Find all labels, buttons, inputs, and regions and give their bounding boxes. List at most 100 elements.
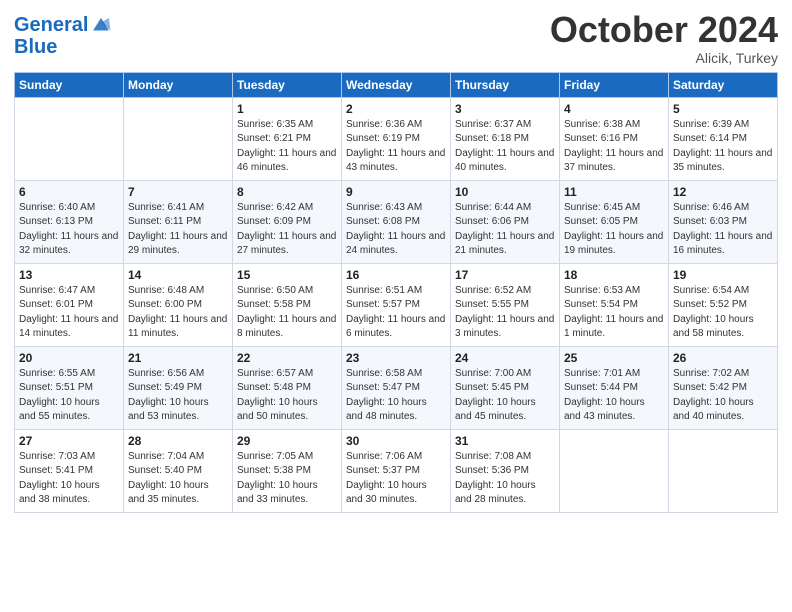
logo: General Blue xyxy=(14,14,112,58)
calendar-cell: 29 Sunrise: 7:05 AMSunset: 5:38 PMDayligh… xyxy=(233,429,342,512)
col-sunday: Sunday xyxy=(15,72,124,97)
day-info: Sunrise: 6:42 AMSunset: 6:09 PMDaylight:… xyxy=(237,202,336,257)
day-number: 12 xyxy=(673,185,773,199)
day-info: Sunrise: 7:04 AMSunset: 5:40 PMDaylight:… xyxy=(128,451,209,506)
day-number: 1 xyxy=(237,102,337,116)
day-number: 6 xyxy=(19,185,119,199)
day-info: Sunrise: 6:36 AMSunset: 6:19 PMDaylight:… xyxy=(346,119,445,174)
day-info: Sunrise: 6:38 AMSunset: 6:16 PMDaylight:… xyxy=(564,119,663,174)
day-number: 24 xyxy=(455,351,555,365)
day-info: Sunrise: 6:57 AMSunset: 5:48 PMDaylight:… xyxy=(237,368,318,423)
day-number: 2 xyxy=(346,102,446,116)
day-info: Sunrise: 7:03 AMSunset: 5:41 PMDaylight:… xyxy=(19,451,100,506)
calendar-table: Sunday Monday Tuesday Wednesday Thursday… xyxy=(14,72,778,513)
day-number: 25 xyxy=(564,351,664,365)
calendar-cell: 28 Sunrise: 7:04 AMSunset: 5:40 PMDayligh… xyxy=(124,429,233,512)
calendar-cell: 4 Sunrise: 6:38 AMSunset: 6:16 PMDaylight… xyxy=(560,97,669,180)
day-info: Sunrise: 7:05 AMSunset: 5:38 PMDaylight:… xyxy=(237,451,318,506)
day-info: Sunrise: 6:52 AMSunset: 5:55 PMDaylight:… xyxy=(455,285,554,340)
calendar-week-3: 13 Sunrise: 6:47 AMSunset: 6:01 PMDayligh… xyxy=(15,263,778,346)
calendar-cell: 14 Sunrise: 6:48 AMSunset: 6:00 PMDayligh… xyxy=(124,263,233,346)
day-info: Sunrise: 6:54 AMSunset: 5:52 PMDaylight:… xyxy=(673,285,754,340)
calendar-cell: 15Sunrise: 6:50 AMSunset: 5:58 PMDayligh… xyxy=(233,263,342,346)
day-info: Sunrise: 6:43 AMSunset: 6:08 PMDaylight:… xyxy=(346,202,445,257)
calendar-cell: 25Sunrise: 7:01 AMSunset: 5:44 PMDayligh… xyxy=(560,346,669,429)
calendar-cell: 7 Sunrise: 6:41 AMSunset: 6:11 PMDaylight… xyxy=(124,180,233,263)
day-info: Sunrise: 6:50 AMSunset: 5:58 PMDaylight:… xyxy=(237,285,336,340)
col-friday: Friday xyxy=(560,72,669,97)
day-number: 21 xyxy=(128,351,228,365)
day-number: 26 xyxy=(673,351,773,365)
day-number: 27 xyxy=(19,434,119,448)
calendar-cell xyxy=(124,97,233,180)
calendar-cell: 11 Sunrise: 6:45 AMSunset: 6:05 PMDayligh… xyxy=(560,180,669,263)
col-wednesday: Wednesday xyxy=(342,72,451,97)
logo-blue: Blue xyxy=(14,36,112,58)
day-number: 23 xyxy=(346,351,446,365)
location-subtitle: Alicik, Turkey xyxy=(550,50,778,66)
calendar-cell: 12 Sunrise: 6:46 AMSunset: 6:03 PMDayligh… xyxy=(669,180,778,263)
day-number: 11 xyxy=(564,185,664,199)
calendar-cell: 26 Sunrise: 7:02 AMSunset: 5:42 PMDayligh… xyxy=(669,346,778,429)
day-number: 14 xyxy=(128,268,228,282)
day-number: 13 xyxy=(19,268,119,282)
day-number: 8 xyxy=(237,185,337,199)
header-row: Sunday Monday Tuesday Wednesday Thursday… xyxy=(15,72,778,97)
calendar-cell: 30Sunrise: 7:06 AMSunset: 5:37 PMDayligh… xyxy=(342,429,451,512)
day-number: 31 xyxy=(455,434,555,448)
day-number: 18 xyxy=(564,268,664,282)
day-info: Sunrise: 6:48 AMSunset: 6:00 PMDaylight:… xyxy=(128,285,227,340)
calendar-week-4: 20Sunrise: 6:55 AMSunset: 5:51 PMDayligh… xyxy=(15,346,778,429)
day-info: Sunrise: 6:46 AMSunset: 6:03 PMDaylight:… xyxy=(673,202,772,257)
day-number: 28 xyxy=(128,434,228,448)
day-info: Sunrise: 7:08 AMSunset: 5:36 PMDaylight:… xyxy=(455,451,536,506)
col-monday: Monday xyxy=(124,72,233,97)
calendar-cell: 10Sunrise: 6:44 AMSunset: 6:06 PMDayligh… xyxy=(451,180,560,263)
calendar-cell: 13 Sunrise: 6:47 AMSunset: 6:01 PMDayligh… xyxy=(15,263,124,346)
calendar-cell: 16Sunrise: 6:51 AMSunset: 5:57 PMDayligh… xyxy=(342,263,451,346)
calendar-cell: 24Sunrise: 7:00 AMSunset: 5:45 PMDayligh… xyxy=(451,346,560,429)
day-number: 3 xyxy=(455,102,555,116)
calendar-week-2: 6 Sunrise: 6:40 AMSunset: 6:13 PMDaylight… xyxy=(15,180,778,263)
day-info: Sunrise: 6:45 AMSunset: 6:05 PMDaylight:… xyxy=(564,202,663,257)
day-number: 20 xyxy=(19,351,119,365)
calendar-cell: 22 Sunrise: 6:57 AMSunset: 5:48 PMDayligh… xyxy=(233,346,342,429)
day-info: Sunrise: 6:39 AMSunset: 6:14 PMDaylight:… xyxy=(673,119,772,174)
calendar-cell: 23 Sunrise: 6:58 AMSunset: 5:47 PMDayligh… xyxy=(342,346,451,429)
calendar-cell: 1 Sunrise: 6:35 AMSunset: 6:21 PMDaylight… xyxy=(233,97,342,180)
calendar-week-5: 27 Sunrise: 7:03 AMSunset: 5:41 PMDayligh… xyxy=(15,429,778,512)
day-number: 22 xyxy=(237,351,337,365)
day-number: 7 xyxy=(128,185,228,199)
logo-text: General xyxy=(14,14,88,36)
calendar-cell: 8 Sunrise: 6:42 AMSunset: 6:09 PMDaylight… xyxy=(233,180,342,263)
calendar-cell xyxy=(560,429,669,512)
day-info: Sunrise: 6:58 AMSunset: 5:47 PMDaylight:… xyxy=(346,368,427,423)
calendar-cell: 21Sunrise: 6:56 AMSunset: 5:49 PMDayligh… xyxy=(124,346,233,429)
calendar-cell: 5 Sunrise: 6:39 AMSunset: 6:14 PMDaylight… xyxy=(669,97,778,180)
header: General Blue October 2024 Alicik, Turkey xyxy=(14,10,778,66)
day-info: Sunrise: 6:35 AMSunset: 6:21 PMDaylight:… xyxy=(237,119,336,174)
calendar-cell: 2 Sunrise: 6:36 AMSunset: 6:19 PMDaylight… xyxy=(342,97,451,180)
day-info: Sunrise: 7:06 AMSunset: 5:37 PMDaylight:… xyxy=(346,451,427,506)
day-info: Sunrise: 6:40 AMSunset: 6:13 PMDaylight:… xyxy=(19,202,118,257)
col-thursday: Thursday xyxy=(451,72,560,97)
calendar-cell xyxy=(669,429,778,512)
calendar-cell xyxy=(15,97,124,180)
col-saturday: Saturday xyxy=(669,72,778,97)
calendar-cell: 17Sunrise: 6:52 AMSunset: 5:55 PMDayligh… xyxy=(451,263,560,346)
day-info: Sunrise: 7:02 AMSunset: 5:42 PMDaylight:… xyxy=(673,368,754,423)
calendar-cell: 19Sunrise: 6:54 AMSunset: 5:52 PMDayligh… xyxy=(669,263,778,346)
day-info: Sunrise: 6:41 AMSunset: 6:11 PMDaylight:… xyxy=(128,202,227,257)
day-info: Sunrise: 6:47 AMSunset: 6:01 PMDaylight:… xyxy=(19,285,118,340)
day-number: 29 xyxy=(237,434,337,448)
month-title: October 2024 xyxy=(550,10,778,50)
day-number: 5 xyxy=(673,102,773,116)
day-number: 4 xyxy=(564,102,664,116)
day-number: 9 xyxy=(346,185,446,199)
calendar-cell: 18Sunrise: 6:53 AMSunset: 5:54 PMDayligh… xyxy=(560,263,669,346)
day-info: Sunrise: 6:37 AMSunset: 6:18 PMDaylight:… xyxy=(455,119,554,174)
calendar-week-1: 1 Sunrise: 6:35 AMSunset: 6:21 PMDaylight… xyxy=(15,97,778,180)
col-tuesday: Tuesday xyxy=(233,72,342,97)
logo-icon xyxy=(90,16,112,34)
calendar-cell: 3 Sunrise: 6:37 AMSunset: 6:18 PMDaylight… xyxy=(451,97,560,180)
